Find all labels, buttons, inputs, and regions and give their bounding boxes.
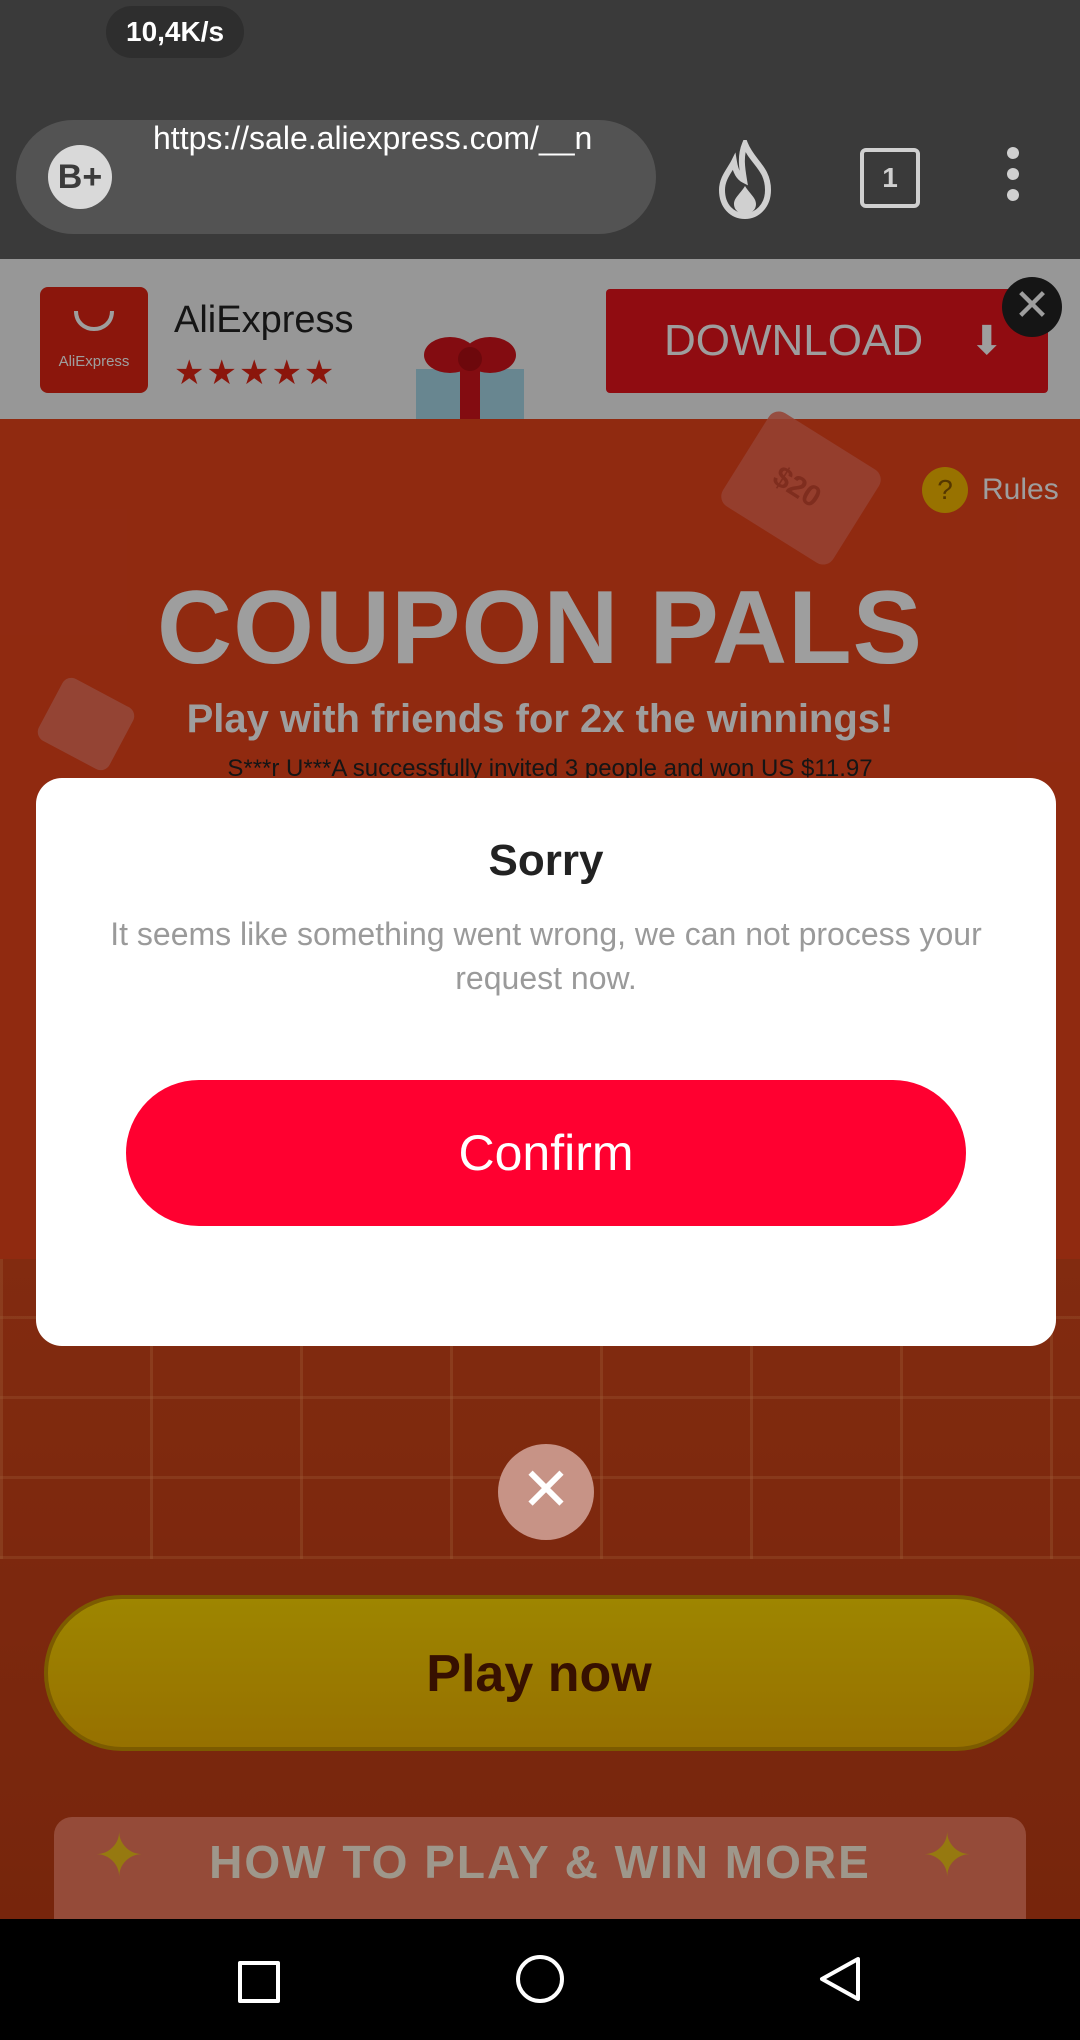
dialog-message: It seems like something went wrong, we c… [110, 916, 982, 996]
system-nav-bar [0, 1919, 1080, 2040]
fire-icon[interactable] [710, 140, 780, 220]
error-dialog: Sorry It seems like something went wrong… [36, 778, 1056, 1346]
status-bar: 10,4K/s [0, 0, 1080, 84]
profile-badge-icon[interactable]: B+ [48, 145, 112, 209]
dialog-title: Sorry [488, 836, 604, 885]
url-text[interactable]: https://sale.aliexpress.com/__n [153, 120, 633, 234]
kebab-menu-icon[interactable] [1000, 146, 1026, 202]
network-speed: 10,4K/s [106, 6, 245, 58]
back-icon[interactable] [818, 1955, 862, 2003]
dialog-close-button[interactable]: ✕ [498, 1444, 594, 1540]
recents-icon[interactable] [238, 1961, 280, 2003]
browser-toolbar: B+ https://sale.aliexpress.com/__n 1 [0, 84, 1080, 259]
tab-count-button[interactable]: 1 [860, 148, 920, 208]
home-icon[interactable] [516, 1955, 564, 2003]
confirm-button[interactable]: Confirm [126, 1080, 966, 1226]
address-bar[interactable]: B+ https://sale.aliexpress.com/__n [16, 120, 656, 234]
